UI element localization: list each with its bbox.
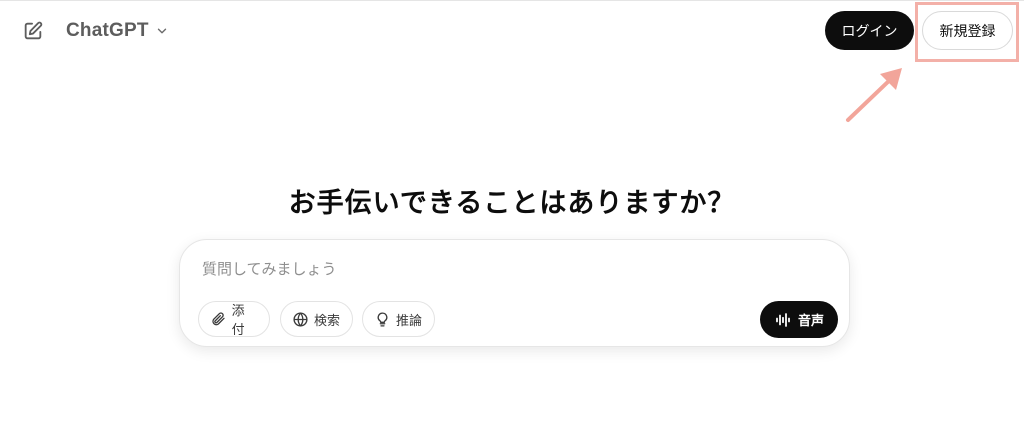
prompt-input[interactable] [202, 256, 802, 282]
new-chat-button[interactable] [20, 18, 46, 44]
attach-button[interactable]: 添付 [198, 301, 270, 338]
reason-button[interactable]: 推論 [362, 301, 435, 337]
model-name: ChatGPT [66, 20, 149, 41]
attach-label: 添付 [231, 304, 245, 338]
waveform-icon [774, 311, 792, 329]
search-button[interactable]: 検索 [280, 301, 353, 337]
top-border [0, 0, 1024, 1]
page-title: お手伝いできることはありますか？ [288, 188, 736, 219]
globe-icon [291, 310, 309, 328]
chevron-down-icon [155, 24, 169, 38]
lightbulb-icon [373, 310, 391, 328]
reason-label: 推論 [396, 313, 423, 329]
annotation-arrow [840, 62, 910, 131]
login-button[interactable]: ログイン [825, 11, 914, 50]
signup-button[interactable]: 新規登録 [922, 11, 1013, 50]
paperclip-icon [209, 310, 227, 328]
composer: 添付 検索 推論 [179, 239, 850, 347]
edit-icon [22, 20, 44, 42]
search-label: 検索 [314, 313, 341, 329]
voice-button[interactable]: 音声 [760, 301, 838, 338]
voice-label: 音声 [797, 314, 824, 329]
model-selector[interactable]: ChatGPT [62, 16, 173, 46]
